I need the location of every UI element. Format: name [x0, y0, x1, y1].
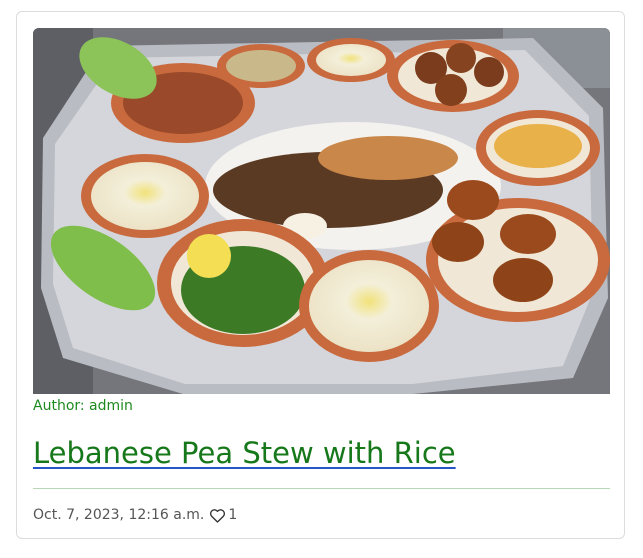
post-card: Author: admin Lebanese Pea Stew with Ric…	[16, 11, 625, 539]
like-button[interactable]: 1	[209, 507, 237, 523]
post-title-link[interactable]: Lebanese Pea Stew with Rice	[33, 436, 456, 470]
post-meta: Oct. 7, 2023, 12:16 a.m. 1	[33, 507, 237, 523]
mezze-platter-photo	[33, 28, 610, 394]
heart-outline-icon	[210, 508, 226, 523]
post-author: Author: admin	[33, 398, 133, 414]
card-divider	[33, 488, 610, 489]
like-count: 1	[228, 507, 238, 523]
post-date: Oct. 7, 2023, 12:16 a.m.	[33, 507, 205, 523]
post-image[interactable]	[33, 28, 610, 394]
